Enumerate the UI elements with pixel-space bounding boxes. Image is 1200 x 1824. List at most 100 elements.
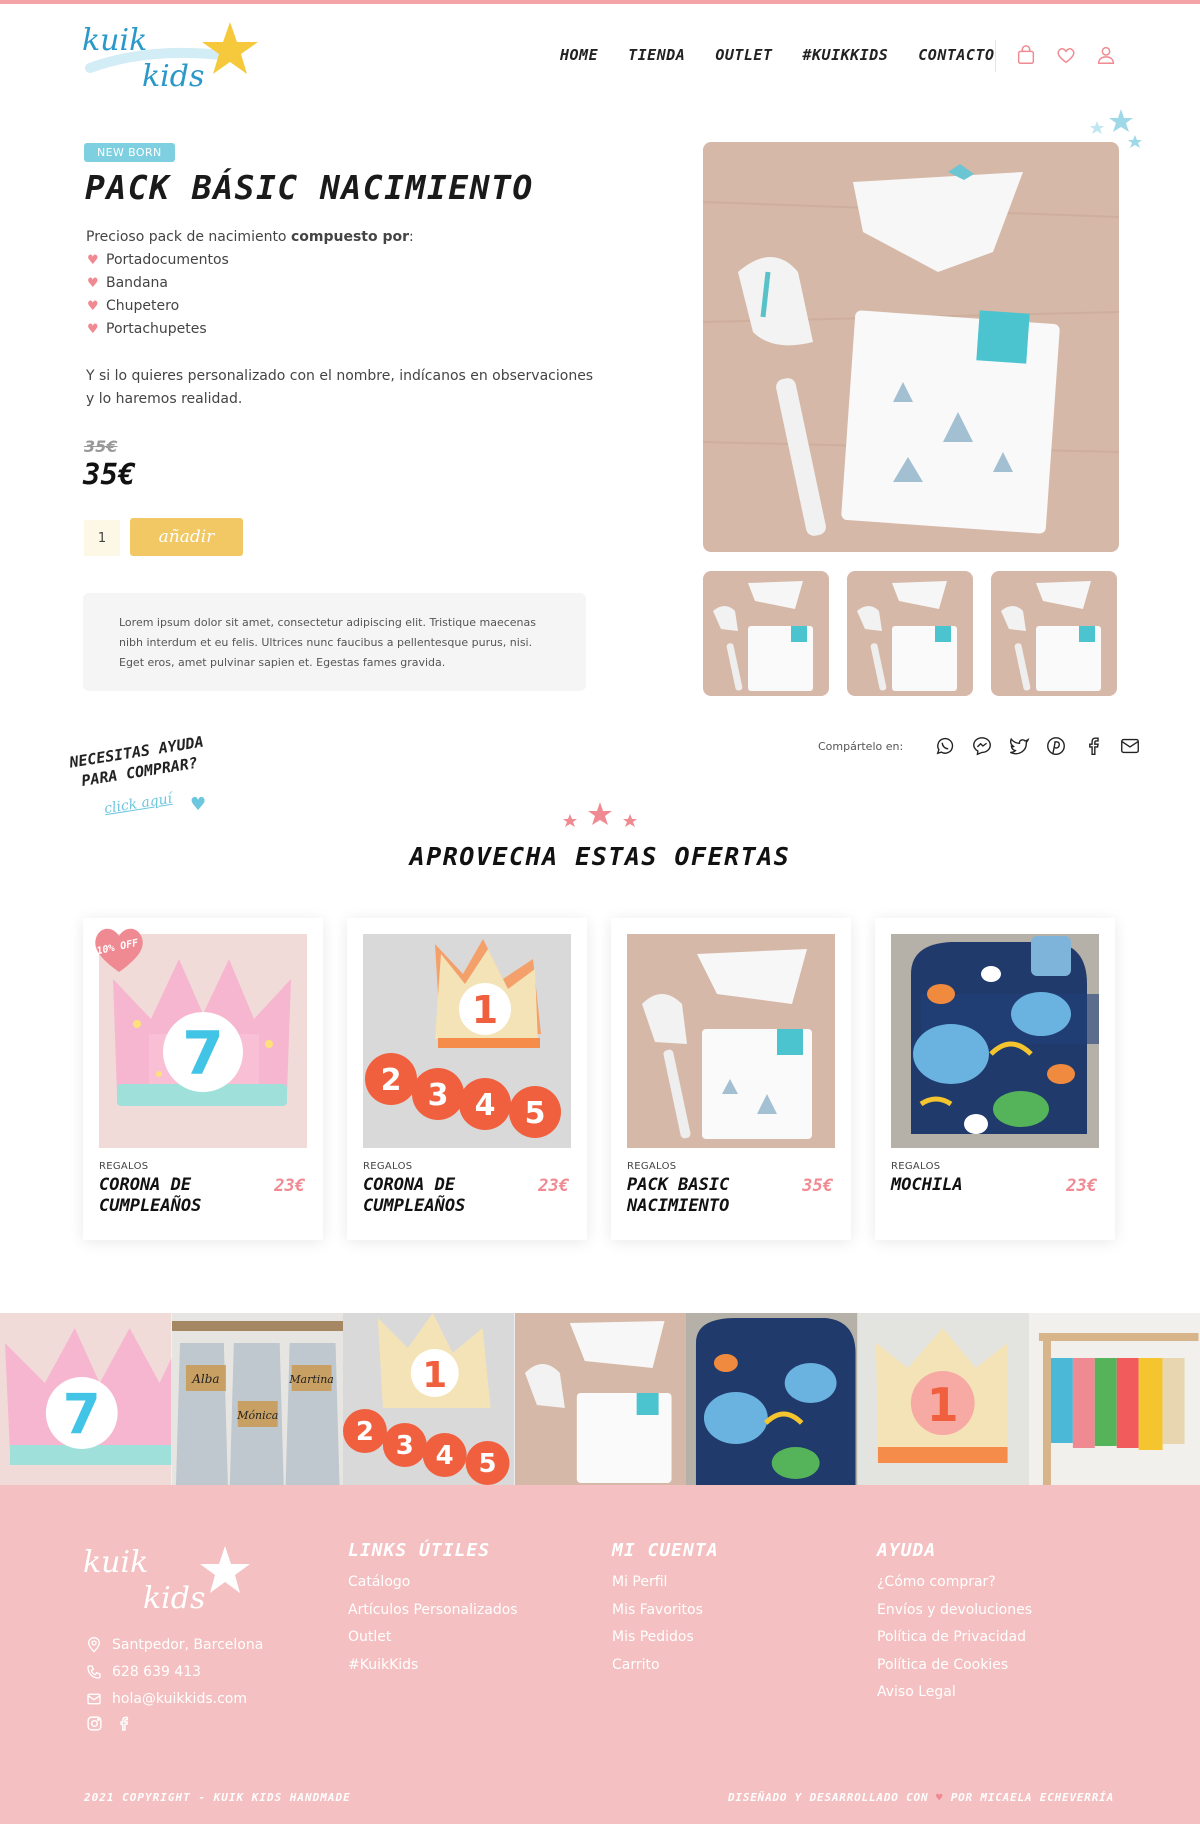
intro-colon: : <box>409 229 414 245</box>
instagram-icon[interactable] <box>86 1715 103 1732</box>
apron-name-2: Mónica <box>236 1409 278 1422</box>
instagram-photo[interactable]: Alba Mónica Martina <box>171 1313 344 1485</box>
location-icon <box>87 1636 101 1653</box>
product-description: Precioso pack de nacimiento compuesto po… <box>86 226 596 411</box>
product-card[interactable]: REGALOS MOCHILA 23€ <box>875 918 1115 1240</box>
footer-link-personalizados[interactable]: Artículos Personalizados <box>348 1597 518 1625</box>
product-name[interactable]: CORONA DE CUMPLEAÑOS <box>99 1175 249 1217</box>
phone-text[interactable]: 628 639 413 <box>112 1664 201 1680</box>
footer-logo[interactable]: kuik kids <box>83 1540 253 1625</box>
instagram-photo[interactable] <box>514 1313 687 1485</box>
product-price: 23€ <box>1066 1176 1097 1196</box>
twitter-icon[interactable] <box>1008 735 1030 757</box>
intro-text: Precioso pack de nacimiento <box>86 229 291 245</box>
instagram-photo[interactable]: 1 <box>857 1313 1030 1485</box>
nav-contacto[interactable]: CONTACTO <box>918 46 994 64</box>
messenger-icon[interactable] <box>971 735 993 757</box>
product-card[interactable]: 7 10% OFF REGALOS CORONA DE CUMPLEAÑOS 2… <box>83 918 323 1240</box>
footer-link-como-comprar[interactable]: ¿Cómo comprar? <box>877 1569 1032 1597</box>
product-category: REGALOS <box>891 1161 941 1172</box>
product-price: 23€ <box>274 1176 305 1196</box>
nav-kuikkids[interactable]: #KUIKKIDS <box>803 46 889 64</box>
svg-text:5: 5 <box>525 1096 546 1131</box>
original-price: 35€ <box>84 437 118 456</box>
sale-tag-heart-icon: 10% OFF <box>95 928 143 972</box>
product-card[interactable]: REGALOS PACK BASIC NACIMIENTO 35€ <box>611 918 851 1240</box>
footer-links-utiles: LINKS ÚTILES Catálogo Artículos Personal… <box>348 1540 518 1679</box>
email-icon[interactable] <box>1119 735 1141 757</box>
product-image <box>891 934 1099 1148</box>
nav-home[interactable]: HOME <box>560 46 598 64</box>
product-thumbnail-3[interactable] <box>991 571 1117 696</box>
product-name[interactable]: MOCHILA <box>891 1175 1041 1196</box>
svg-text:1: 1 <box>926 1378 958 1432</box>
svg-text:3: 3 <box>428 1078 449 1113</box>
quantity-input[interactable] <box>84 520 120 556</box>
footer-link-privacidad[interactable]: Política de Privacidad <box>877 1624 1032 1652</box>
footer-phone[interactable]: 628 639 413 <box>86 1658 263 1685</box>
facebook-icon[interactable] <box>115 1715 132 1732</box>
instagram-photo[interactable] <box>1029 1313 1200 1485</box>
svg-text:1: 1 <box>422 1355 447 1396</box>
instagram-gallery: 7 Alba Mónica Martina 1 2 3 4 5 1 <box>0 1313 1200 1485</box>
footer-link-aviso-legal[interactable]: Aviso Legal <box>877 1679 1032 1707</box>
product-main-image[interactable] <box>703 142 1119 552</box>
svg-text:2: 2 <box>356 1417 374 1447</box>
instagram-photo[interactable] <box>686 1313 858 1485</box>
svg-text:kuik: kuik <box>82 23 147 58</box>
product-name[interactable]: PACK BASIC NACIMIENTO <box>627 1175 777 1217</box>
footer-link-envios[interactable]: Envíos y devoluciones <box>877 1597 1032 1625</box>
product-category: REGALOS <box>363 1161 413 1172</box>
user-icon[interactable] <box>1095 44 1117 66</box>
top-accent-bar <box>0 0 1200 4</box>
share-label: Compártelo en: <box>818 739 904 753</box>
product-thumbnail-2[interactable] <box>847 571 973 696</box>
add-to-cart-button[interactable]: añadir <box>130 518 243 556</box>
footer: kuik kids Santpedor, Barcelona 628 639 4… <box>0 1485 1200 1824</box>
footer-link-outlet[interactable]: Outlet <box>348 1624 518 1652</box>
apron-name-3: Martina <box>288 1373 333 1386</box>
product-name[interactable]: CORONA DE CUMPLEAÑOS <box>363 1175 513 1217</box>
footer-contact: Santpedor, Barcelona 628 639 413 hola@ku… <box>86 1631 263 1712</box>
list-item: Chupetero <box>86 295 596 318</box>
intro-bold: compuesto por <box>290 229 410 245</box>
instagram-photo[interactable]: 7 <box>0 1313 172 1485</box>
footer-link-favoritos[interactable]: Mis Favoritos <box>612 1597 719 1625</box>
phone-icon <box>87 1664 101 1679</box>
copyright: 2021 COPYRIGHT - KUIK KIDS HANDMADE <box>84 1791 351 1804</box>
footer-link-carrito[interactable]: Carrito <box>612 1652 719 1680</box>
svg-text:3: 3 <box>396 1431 414 1461</box>
footer-social <box>86 1715 132 1732</box>
list-item: Portachupetes <box>86 318 596 341</box>
facebook-icon[interactable] <box>1082 735 1104 757</box>
footer-link-pedidos[interactable]: Mis Pedidos <box>612 1624 719 1652</box>
product-items-list: Portadocumentos Bandana Chupetero Portac… <box>86 249 596 341</box>
email-text[interactable]: hola@kuikkids.com <box>112 1691 247 1707</box>
footer-link-catalogo[interactable]: Catálogo <box>348 1569 518 1597</box>
nav-tienda[interactable]: TIENDA <box>628 46 686 66</box>
footer-email[interactable]: hola@kuikkids.com <box>86 1685 263 1712</box>
product-price: 23€ <box>538 1176 569 1196</box>
bag-icon[interactable] <box>1015 44 1037 66</box>
heart-icon[interactable] <box>1055 44 1077 66</box>
heart-icon: ♥ <box>190 794 207 815</box>
kuik-kids-logo[interactable]: kuik kids <box>80 16 260 106</box>
footer-link-perfil[interactable]: Mi Perfil <box>612 1569 719 1597</box>
svg-text:kids: kids <box>142 59 204 94</box>
svg-text:5: 5 <box>479 1449 497 1479</box>
product-thumbnail-1[interactable] <box>703 571 829 696</box>
help-callout: NECESITAS AYUDA PARA COMPRAR? click aquí… <box>58 733 228 832</box>
footer-link-cookies[interactable]: Política de Cookies <box>877 1652 1032 1680</box>
whatsapp-icon[interactable] <box>934 735 956 757</box>
email-icon <box>87 1693 101 1704</box>
instagram-photo[interactable]: 1 2 3 4 5 <box>343 1313 515 1485</box>
header-icons <box>1015 44 1117 66</box>
list-item: Portadocumentos <box>86 249 596 272</box>
nav-outlet[interactable]: OUTLET <box>715 46 772 64</box>
credit-author[interactable]: POR MICAELA ECHEVERRÍA <box>951 1791 1114 1804</box>
footer-link-kuikkids[interactable]: #KuikKids <box>348 1652 518 1680</box>
pinterest-icon[interactable] <box>1045 735 1067 757</box>
product-card[interactable]: 1 2 3 4 5 REGALOS CORONA DE CUMPLEAÑOS 2… <box>347 918 587 1240</box>
help-link[interactable]: click aquí <box>103 791 173 817</box>
product-info-box: Lorem ipsum dolor sit amet, consectetur … <box>83 593 586 691</box>
